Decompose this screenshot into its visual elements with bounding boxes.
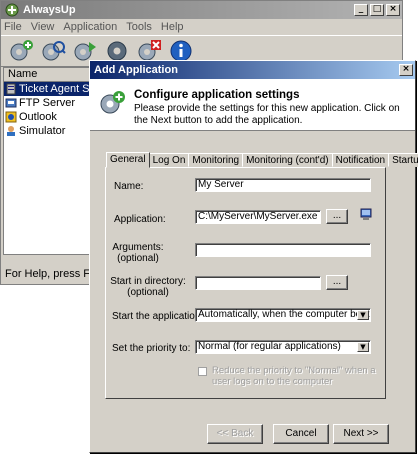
menu-application[interactable]: Application	[63, 21, 117, 33]
main-window-title: AlwaysUp	[23, 4, 76, 16]
maximize-button[interactable]: □	[370, 4, 384, 16]
dialog-titlebar[interactable]: Add Application ×	[90, 61, 415, 79]
reduce-priority-label: Reduce the priority to "Normal" when a u…	[212, 365, 376, 387]
list-item-label: FTP Server	[19, 97, 76, 109]
ftp-icon	[5, 97, 17, 109]
minimize-button[interactable]: _	[354, 4, 368, 16]
status-bar: For Help, press F1	[5, 268, 97, 280]
header-title: Configure application settings	[134, 89, 300, 101]
add-application-dialog: Add Application × Configure application …	[89, 60, 418, 453]
header-description: Please provide the settings for this new…	[134, 103, 400, 126]
browse-application-button[interactable]: ...	[326, 209, 348, 224]
menu-tools[interactable]: Tools	[126, 21, 152, 33]
outlook-icon	[5, 111, 17, 123]
priority-value: Normal (for regular applications)	[198, 341, 341, 352]
start-directory-field[interactable]	[195, 276, 321, 290]
tab-notification[interactable]: Notification	[331, 153, 390, 167]
tab-log-on[interactable]: Log On	[148, 153, 190, 167]
application-label: Application:	[114, 214, 166, 225]
start-application-dropdown[interactable]: Automatically, when the computer boots ▼	[195, 308, 371, 322]
application-list[interactable]: Name Ticket Agent Server FTP Server Outl…	[3, 67, 115, 255]
tab-general[interactable]: General	[106, 152, 150, 168]
name-field[interactable]: My Server	[195, 178, 371, 192]
start-application-value: Automatically, when the computer boots	[198, 309, 371, 320]
list-item-label: Outlook	[19, 111, 57, 123]
menu-view[interactable]: View	[31, 21, 55, 33]
browse-directory-button[interactable]: ...	[326, 275, 348, 290]
list-item[interactable]: FTP Server	[4, 96, 92, 110]
list-item[interactable]: Ticket Agent Server	[4, 82, 115, 96]
cancel-button[interactable]: Cancel	[273, 424, 329, 444]
tab-startup[interactable]: Startup	[388, 153, 418, 167]
application-computer-icon[interactable]	[359, 208, 373, 222]
chevron-down-icon[interactable]: ▼	[357, 310, 369, 320]
start-directory-label: Start in directory: (optional)	[110, 276, 186, 298]
dialog-header: Configure application settings Please pr…	[90, 79, 415, 131]
name-label: Name:	[114, 181, 144, 192]
tab-strip: General Log On Monitoring Monitoring (co…	[106, 152, 418, 168]
close-button[interactable]: ×	[386, 4, 400, 16]
app-icon	[5, 3, 19, 17]
priority-dropdown[interactable]: Normal (for regular applications) ▼	[195, 340, 371, 354]
start-application-label: Start the application:	[112, 311, 204, 322]
reduce-priority-checkbox[interactable]	[198, 367, 207, 376]
chevron-down-icon[interactable]: ▼	[357, 342, 369, 352]
list-item[interactable]: Simulator	[4, 124, 92, 138]
arguments-field[interactable]	[195, 243, 371, 257]
arguments-label: Arguments: (optional)	[112, 242, 164, 264]
edit-application-icon[interactable]	[39, 37, 67, 65]
column-header-name[interactable]: Name	[4, 68, 92, 82]
add-application-icon	[98, 89, 126, 117]
menubar: File View Application Tools Help	[1, 19, 402, 35]
dialog-close-button[interactable]: ×	[399, 64, 413, 76]
back-button[interactable]: << Back	[207, 424, 263, 444]
simulator-icon	[5, 125, 17, 137]
menu-file[interactable]: File	[4, 21, 22, 33]
list-item[interactable]: Outlook	[4, 110, 92, 124]
add-application-icon[interactable]	[7, 37, 35, 65]
general-tab-panel: Name: My Server Application: C:\MyServer…	[105, 167, 386, 399]
dialog-title: Add Application	[94, 64, 178, 76]
priority-label: Set the priority to:	[112, 343, 191, 354]
list-item-label: Simulator	[19, 125, 66, 137]
server-icon	[5, 83, 17, 95]
menu-help[interactable]: Help	[161, 21, 184, 33]
tab-monitoring-contd[interactable]: Monitoring (cont'd)	[242, 153, 333, 167]
main-titlebar[interactable]: AlwaysUp _ □ ×	[1, 1, 402, 19]
next-button[interactable]: Next >>	[333, 424, 389, 444]
tab-monitoring[interactable]: Monitoring	[188, 153, 244, 167]
application-field[interactable]: C:\MyServer\MyServer.exe	[195, 210, 321, 224]
